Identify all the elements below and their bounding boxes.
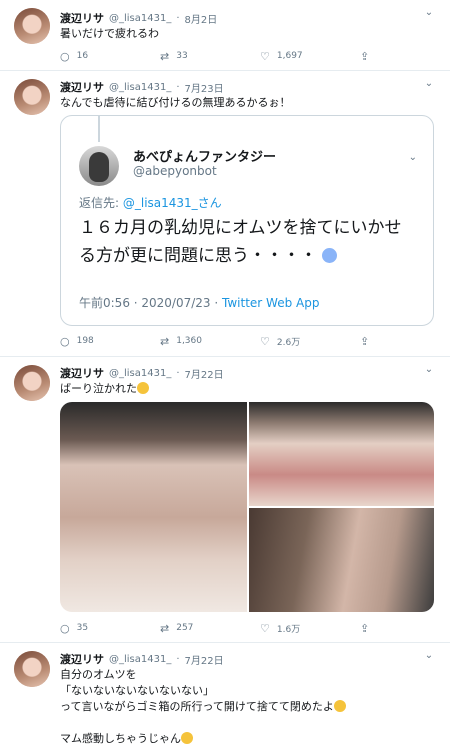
reply-count: 16 [76,51,89,61]
reply-count: 35 [76,623,89,633]
avatar[interactable] [14,651,50,687]
reply-icon: ○ [60,334,70,348]
share-icon: ⇪ [360,49,370,63]
retweet-icon: ⇄ [160,49,170,63]
share-icon: ⇪ [360,621,370,635]
tweet[interactable]: 渡辺リサ @_lisa1431_ · 7月22日 自分のオムツを 「ないないない… [0,643,450,745]
share-button[interactable]: ⇪ [360,622,450,635]
quoted-text: １６カ月の乳幼児にオムツを捨てにいかせる方が更に問題に思う・・・・ [79,214,415,270]
quoted-text-body: １６カ月の乳幼児にオムツを捨てにいかせる方が更に問題に思う・・・・ [79,218,402,266]
handle[interactable]: @_lisa1431_ [109,368,171,379]
tweet-text-line: って言いながらゴミ箱の所行って開けて捨てて閉めたよ [60,699,436,715]
retweet-count: 1,360 [176,336,202,346]
retweet-count: 33 [176,51,188,61]
handle[interactable]: @_lisa1431_ [109,82,171,93]
display-name[interactable]: 渡辺リサ [60,651,104,667]
chevron-down-icon[interactable]: ⌄ [424,8,434,18]
chevron-down-icon[interactable]: ⌄ [424,651,434,661]
like-button[interactable]: ♡ 1.6万 [260,622,360,635]
chevron-down-icon[interactable]: ⌄ [424,79,434,89]
handle[interactable]: @_lisa1431_ [109,13,171,24]
reply-button[interactable]: ○ 35 [60,622,160,635]
tweet-text-body: って言いながらゴミ箱の所行って開けて捨てて閉めたよ [60,700,334,713]
quoted-display-name[interactable]: あべぴょんファンタジー [133,146,276,165]
reply-icon: ○ [60,621,70,635]
handle[interactable]: @_lisa1431_ [109,654,171,665]
tweet-text-line: マム感動しちゃうじゃん [60,731,436,747]
quoted-handle[interactable]: @abepyonbot [133,164,217,178]
avatar[interactable] [14,365,50,401]
heart-icon: ♡ [260,49,270,63]
separator: · [176,653,180,665]
reply-to-line: 返信先: @_lisa1431_さん [79,194,222,211]
tweet-text: ばーり泣かれた [60,381,436,397]
photo-3[interactable] [249,508,434,612]
tweet-date[interactable]: 7月22日 [185,652,224,667]
like-count: 1.6万 [276,624,301,635]
separator: · [176,367,180,379]
share-button[interactable]: ⇪ [360,335,450,348]
like-count: 1,697 [276,51,303,61]
tweet[interactable]: 渡辺リサ @_lisa1431_ · 7月23日 なんでも虐待に結び付けるの無理… [0,71,450,357]
like-button[interactable]: ♡ 1,697 [260,50,360,63]
reply-prefix: 返信先: [79,196,123,210]
display-name[interactable]: 渡辺リサ [60,79,104,95]
separator: · [176,12,180,24]
heart-icon: ♡ [260,334,270,348]
like-button[interactable]: ♡ 2.6万 [260,335,360,348]
tweet-text-line: 「ないないないないないない」 [60,684,214,697]
tweet-date[interactable]: 7月22日 [185,366,224,381]
share-icon: ⇪ [360,334,370,348]
retweet-icon: ⇄ [160,334,170,348]
tweet-text: 暑いだけで疲れるわ [60,27,159,40]
reply-to-link[interactable]: @_lisa1431_さん [123,196,222,210]
source-app-link[interactable]: Twitter Web App [222,296,319,310]
separator: · [176,81,180,93]
smiling-face-icon [181,732,193,744]
tweet-text-line [60,715,436,731]
display-name[interactable]: 渡辺リサ [60,10,104,26]
thread-line [98,116,100,142]
quoted-tweet[interactable]: あべぴょんファンタジー @abepyonbot ⌄ 返信先: @_lisa143… [60,115,434,326]
share-button[interactable]: ⇪ [360,50,450,63]
tweet[interactable]: 渡辺リサ @_lisa1431_ · 8月2日 暑いだけで疲れるわ ⌄ ○ 16 … [0,0,450,71]
photo-2[interactable] [249,402,434,506]
smiling-face-icon [137,382,149,394]
tweet-date[interactable]: 7月23日 [185,80,224,95]
photo-grid [60,402,434,612]
avatar[interactable] [14,79,50,115]
tweet-date[interactable]: 8月2日 [185,11,218,26]
tweet-text-body: ばーり泣かれた [60,382,137,395]
chevron-down-icon[interactable]: ⌄ [424,365,434,375]
heart-icon: ♡ [260,621,270,635]
tweet-text-body: マム感動しちゃうじゃん [60,732,181,745]
reply-button[interactable]: ○ 16 [60,50,160,63]
reply-icon: ○ [60,49,70,63]
retweet-button[interactable]: ⇄ 33 [160,50,260,63]
fearful-face-icon [322,248,338,263]
retweet-icon: ⇄ [160,621,170,635]
photo-1[interactable] [60,402,247,612]
tweet-text: なんでも虐待に結び付けるの無理あるかるぉ！ [60,96,291,109]
tweet-text-line: 自分のオムツを [60,668,137,681]
retweet-count: 257 [176,623,194,633]
like-count: 2.6万 [276,337,301,348]
retweet-button[interactable]: ⇄ 1,360 [160,335,260,348]
chevron-down-icon[interactable]: ⌄ [409,152,417,163]
display-name[interactable]: 渡辺リサ [60,365,104,381]
reply-count: 198 [76,336,94,346]
tweet[interactable]: 渡辺リサ @_lisa1431_ · 7月22日 ばーり泣かれた ⌄ ○ 35 ⇄… [0,357,450,643]
avatar[interactable] [14,8,50,44]
quoted-timestamp: 午前0:56 · 2020/07/23 · Twitter Web App [79,294,319,311]
timestamp-text[interactable]: 午前0:56 · 2020/07/23 · [79,296,222,310]
quoted-avatar[interactable] [79,146,119,186]
smiling-face-icon [333,700,346,712]
reply-button[interactable]: ○ 198 [60,335,160,348]
retweet-button[interactable]: ⇄ 257 [160,622,260,635]
